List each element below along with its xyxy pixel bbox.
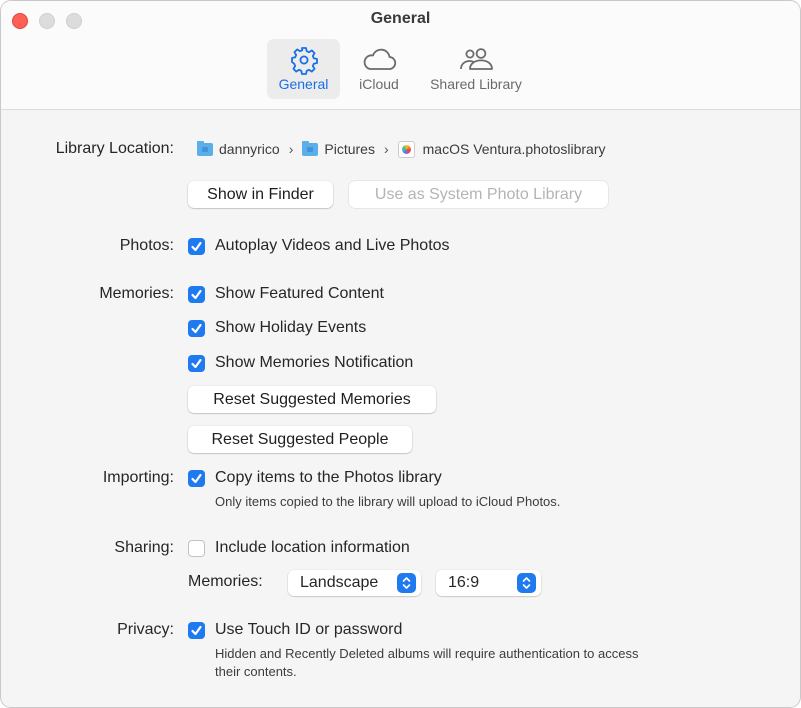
checkmark-icon — [191, 241, 202, 252]
tab-general[interactable]: General — [267, 39, 340, 99]
photos-library-icon — [397, 140, 415, 158]
copy-items-label: Copy items to the Photos library — [215, 469, 442, 486]
tab-general-label: General — [278, 76, 329, 92]
aspect-ratio-select[interactable]: 16:9 — [436, 570, 541, 596]
memories-notification-label: Show Memories Notification — [215, 354, 414, 371]
cloud-icon — [363, 48, 397, 70]
gear-icon — [290, 47, 318, 75]
orientation-select[interactable]: Landscape — [288, 570, 421, 596]
path-segment-library[interactable]: macOS Ventura.photoslibrary — [397, 140, 606, 158]
touch-id-label: Use Touch ID or password — [215, 621, 403, 638]
checkmark-icon — [191, 358, 202, 369]
photos-label: Photos: — [119, 237, 174, 254]
chevron-right-icon: › — [288, 141, 294, 157]
home-folder-icon — [197, 140, 213, 156]
chevron-right-icon: › — [383, 141, 389, 157]
privacy-note-line-2: their contents. — [215, 664, 297, 679]
include-location-checkbox[interactable] — [188, 540, 205, 557]
checkmark-icon — [191, 289, 202, 300]
use-as-system-photo-library-button[interactable]: Use as System Photo Library — [349, 181, 608, 208]
featured-content-checkbox[interactable] — [188, 286, 205, 303]
include-location-label: Include location information — [215, 539, 410, 556]
checkmark-icon — [191, 473, 202, 484]
featured-content-label: Show Featured Content — [215, 285, 384, 302]
people-icon — [460, 48, 493, 70]
tab-icloud-label: iCloud — [359, 76, 399, 92]
stepper-chevrons-icon — [517, 573, 536, 593]
stepper-chevrons-icon — [397, 573, 416, 593]
path-home-name: dannyrico — [219, 141, 280, 157]
reset-suggested-people-button[interactable]: Reset Suggested People — [188, 426, 412, 453]
copy-items-checkbox[interactable] — [188, 470, 205, 487]
path-library-name: macOS Ventura.photoslibrary — [422, 141, 606, 157]
memories-notification-checkbox[interactable] — [188, 355, 205, 372]
privacy-note-line-1: Hidden and Recently Deleted albums will … — [215, 646, 639, 661]
path-pictures-name: Pictures — [324, 141, 375, 157]
checkmark-icon — [191, 625, 202, 636]
holiday-events-label: Show Holiday Events — [215, 319, 367, 336]
pictures-folder-icon — [302, 140, 319, 156]
touch-id-checkbox[interactable] — [188, 622, 205, 639]
importing-note: Only items copied to the library will up… — [215, 494, 561, 509]
reset-suggested-memories-button[interactable]: Reset Suggested Memories — [188, 386, 436, 413]
tab-icloud[interactable]: iCloud — [348, 39, 410, 99]
library-location-label: Library Location: — [55, 140, 174, 157]
tab-shared-library[interactable]: Shared Library — [419, 39, 533, 99]
checkmark-icon — [191, 323, 202, 334]
sharing-memories-label: Memories: — [188, 573, 263, 590]
privacy-label: Privacy: — [117, 621, 174, 638]
autoplay-label: Autoplay Videos and Live Photos — [215, 237, 450, 254]
memories-label: Memories: — [99, 285, 174, 302]
path-segment-pictures[interactable]: Pictures — [302, 140, 375, 157]
autoplay-checkbox[interactable] — [188, 238, 205, 255]
importing-label: Importing: — [102, 469, 174, 486]
tab-shared-library-label: Shared Library — [430, 76, 522, 92]
window-title: General — [370, 10, 431, 27]
orientation-value: Landscape — [300, 574, 379, 591]
show-in-finder-button[interactable]: Show in Finder — [188, 181, 333, 208]
path-segment-home[interactable]: dannyrico — [197, 140, 280, 157]
aspect-ratio-value: 16:9 — [448, 574, 480, 591]
settings-window: General General iCloud Shared Library Li… — [0, 0, 801, 708]
sharing-label: Sharing: — [114, 539, 174, 556]
toolbar: General General iCloud Shared Library — [1, 1, 800, 110]
holiday-events-checkbox[interactable] — [188, 320, 205, 337]
library-path: dannyrico › Pictures › macOS Ventura.pho… — [197, 139, 606, 159]
